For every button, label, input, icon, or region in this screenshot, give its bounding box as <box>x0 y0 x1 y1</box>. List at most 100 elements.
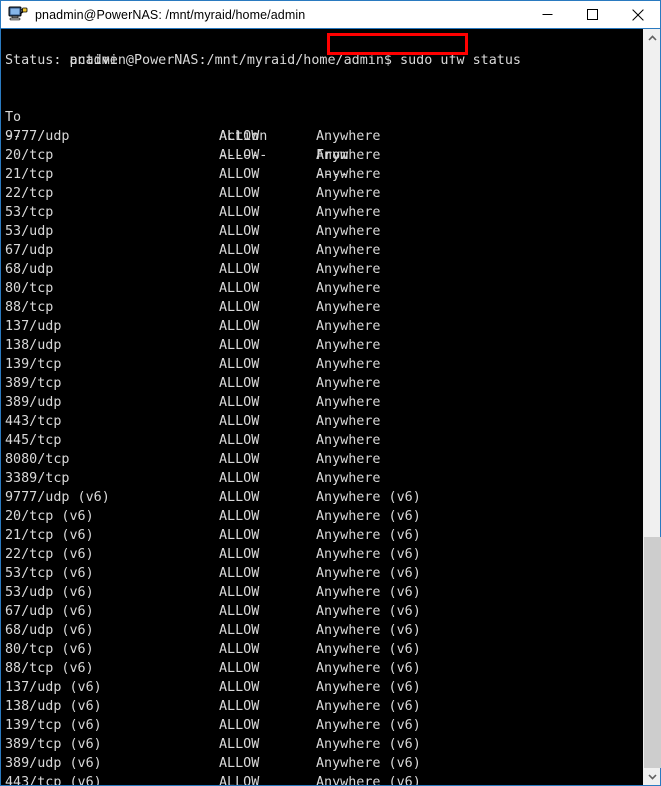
rule-from: Anywhere (v6) <box>316 775 421 785</box>
window-title: pnadmin@PowerNAS: /mnt/myraid/home/admin <box>35 7 306 22</box>
firewall-rule-row: 445/tcp ALLOW Anywhere <box>5 431 643 450</box>
rule-to: 3389/tcp <box>5 471 70 486</box>
firewall-rule-row: 68/udp ALLOW Anywhere <box>5 260 643 279</box>
rule-action: ALLOW <box>219 414 260 429</box>
window-controls <box>525 1 660 28</box>
rule-from: Anywhere (v6) <box>316 528 421 543</box>
rule-from: Anywhere <box>316 205 381 220</box>
rule-to: 20/tcp <box>5 148 54 163</box>
rule-from: Anywhere (v6) <box>316 699 421 714</box>
rule-from: Anywhere <box>316 167 381 182</box>
rule-from: Anywhere (v6) <box>316 680 421 695</box>
rule-action: ALLOW <box>219 623 260 638</box>
rule-from: Anywhere <box>316 243 381 258</box>
rule-from: Anywhere (v6) <box>316 509 421 524</box>
rule-action: ALLOW <box>219 509 260 524</box>
rule-action: ALLOW <box>219 528 260 543</box>
rule-action: ALLOW <box>219 319 260 334</box>
maximize-icon <box>587 9 598 20</box>
firewall-rules-list: 9777/udp ALLOW Anywhere 20/tcp ALLOW Anywhere… <box>5 127 643 785</box>
rule-to: 139/tcp (v6) <box>5 718 102 733</box>
rule-to: 53/tcp (v6) <box>5 566 94 581</box>
table-header-row: To Action From <box>5 89 643 163</box>
rule-to: 445/tcp <box>5 433 62 448</box>
firewall-rule-row: 21/tcp ALLOW Anywhere <box>5 165 643 184</box>
putty-icon <box>8 5 28 25</box>
rule-to: 80/tcp (v6) <box>5 642 94 657</box>
title-bar[interactable]: pnadmin@PowerNAS: /mnt/myraid/home/admin <box>1 1 660 29</box>
rule-action: ALLOW <box>219 167 260 182</box>
minimize-button[interactable] <box>525 1 570 28</box>
rule-to: 21/tcp <box>5 167 54 182</box>
firewall-rule-row: 53/udp ALLOW Anywhere <box>5 222 643 241</box>
rule-to: 137/udp <box>5 319 62 334</box>
rule-action: ALLOW <box>219 395 260 410</box>
scrollbar-thumb[interactable] <box>644 536 661 768</box>
rule-to: 67/udp <box>5 243 54 258</box>
rule-to: 9777/udp <box>5 129 70 144</box>
rule-action: ALLOW <box>219 186 260 201</box>
chevron-down-icon <box>647 773 657 780</box>
rule-action: ALLOW <box>219 471 260 486</box>
scroll-down-button[interactable] <box>644 768 660 785</box>
rule-from: Anywhere <box>316 148 381 163</box>
firewall-rule-row: 67/udp ALLOW Anywhere <box>5 241 643 260</box>
vertical-scrollbar[interactable] <box>643 29 661 785</box>
close-button[interactable] <box>615 1 660 28</box>
rule-from: Anywhere (v6) <box>316 604 421 619</box>
rule-from: Anywhere <box>316 357 381 372</box>
rule-action: ALLOW <box>219 756 260 771</box>
firewall-rule-row: 139/tcp ALLOW Anywhere <box>5 355 643 374</box>
rule-action: ALLOW <box>219 680 260 695</box>
maximize-button[interactable] <box>570 1 615 28</box>
rule-action: ALLOW <box>219 262 260 277</box>
scrollbar-track[interactable] <box>644 46 661 768</box>
minimize-icon <box>542 14 553 15</box>
rule-from: Anywhere (v6) <box>316 661 421 676</box>
rule-action: ALLOW <box>219 490 260 505</box>
firewall-rule-row: 137/udp ALLOW Anywhere <box>5 317 643 336</box>
rule-from: Anywhere <box>316 452 381 467</box>
rule-to: 138/udp (v6) <box>5 699 102 714</box>
rule-action: ALLOW <box>219 376 260 391</box>
rule-from: Anywhere <box>316 300 381 315</box>
rule-to: 80/tcp <box>5 281 54 296</box>
rule-to: 20/tcp (v6) <box>5 509 94 524</box>
close-icon <box>631 8 644 21</box>
firewall-rule-row: 443/tcp (v6) ALLOW Anywhere (v6) <box>5 773 643 785</box>
rule-from: Anywhere <box>316 395 381 410</box>
rule-from: Anywhere <box>316 224 381 239</box>
firewall-rule-row: 53/tcp ALLOW Anywhere <box>5 203 643 222</box>
rule-action: ALLOW <box>219 699 260 714</box>
rule-from: Anywhere (v6) <box>316 756 421 771</box>
firewall-rule-row: 389/udp ALLOW Anywhere <box>5 393 643 412</box>
rule-to: 389/tcp (v6) <box>5 737 102 752</box>
rule-action: ALLOW <box>219 224 260 239</box>
rule-to: 139/tcp <box>5 357 62 372</box>
rule-action: ALLOW <box>219 452 260 467</box>
firewall-rule-row: 20/tcp (v6) ALLOW Anywhere (v6) <box>5 507 643 526</box>
rule-to: 53/udp <box>5 224 54 239</box>
rule-action: ALLOW <box>219 604 260 619</box>
firewall-rule-row: 9777/udp ALLOW Anywhere <box>5 127 643 146</box>
rule-action: ALLOW <box>219 148 260 163</box>
rule-from: Anywhere <box>316 414 381 429</box>
rule-from: Anywhere (v6) <box>316 623 421 638</box>
scroll-up-button[interactable] <box>644 29 660 46</box>
rule-from: Anywhere (v6) <box>316 718 421 733</box>
firewall-rule-row: 22/tcp ALLOW Anywhere <box>5 184 643 203</box>
rule-action: ALLOW <box>219 585 260 600</box>
firewall-rule-row: 21/tcp (v6) ALLOW Anywhere (v6) <box>5 526 643 545</box>
firewall-rule-row: 53/tcp (v6) ALLOW Anywhere (v6) <box>5 564 643 583</box>
ufw-status-line: Status: active <box>5 53 118 68</box>
rule-action: ALLOW <box>219 547 260 562</box>
rule-to: 53/tcp <box>5 205 54 220</box>
rule-action: ALLOW <box>219 661 260 676</box>
rule-from: Anywhere <box>316 281 381 296</box>
rule-to: 53/udp (v6) <box>5 585 94 600</box>
rule-to: 67/udp (v6) <box>5 604 94 619</box>
terminal-output[interactable]: pnadmin@PowerNAS:/mnt/myraid/home/admin$… <box>1 29 643 785</box>
firewall-rule-row: 53/udp (v6) ALLOW Anywhere (v6) <box>5 583 643 602</box>
rule-from: Anywhere <box>316 471 381 486</box>
